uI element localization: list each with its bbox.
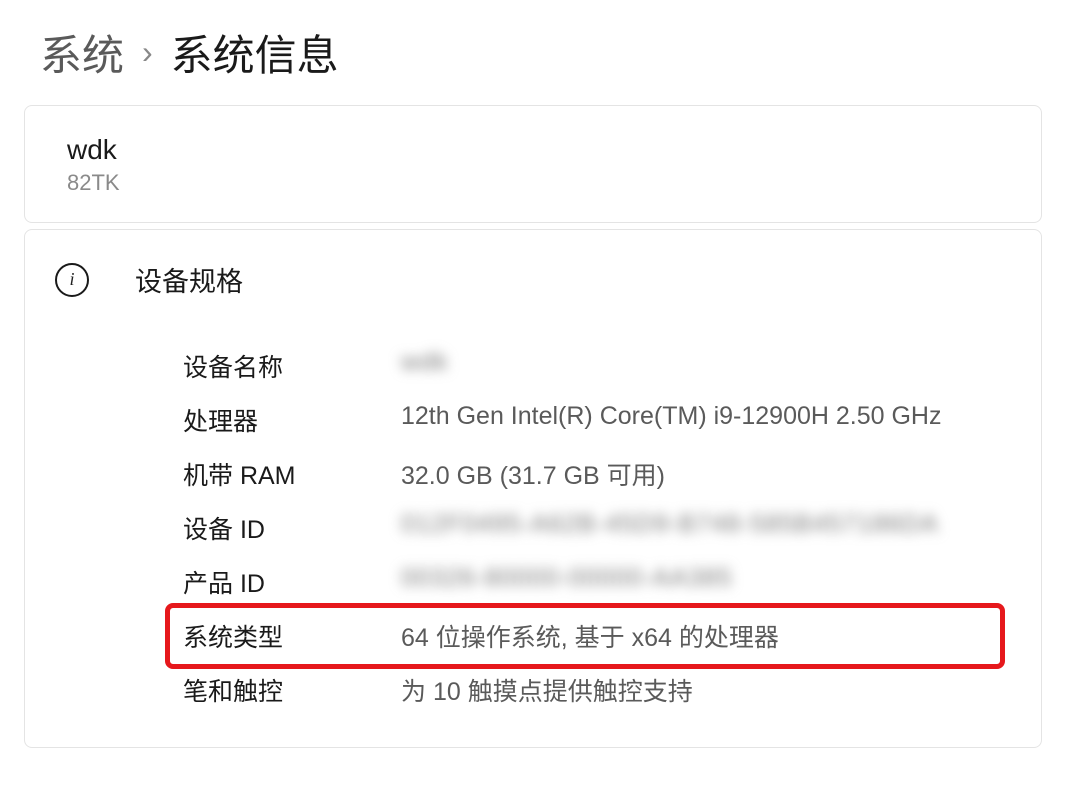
device-name: wdk (67, 134, 999, 166)
spec-value: 为 10 触摸点提供触控支持 (401, 672, 1041, 708)
spec-title: 设备规格 (135, 260, 243, 299)
chevron-right-icon: › (142, 34, 153, 71)
spec-label: 处理器 (183, 402, 401, 438)
spec-header[interactable]: i 设备规格 (25, 230, 1041, 329)
spec-label: 设备 ID (183, 510, 401, 546)
spec-label: 系统类型 (183, 618, 401, 654)
breadcrumb-parent[interactable]: 系统 (40, 22, 124, 83)
spec-row: 产品 ID00326-80000-00000-AA385 (25, 555, 1041, 609)
device-summary-card: wdk 82TK (24, 105, 1042, 223)
spec-row: 机带 RAM32.0 GB (31.7 GB 可用) (25, 447, 1041, 501)
device-spec-card: i 设备规格 设备名称wdk处理器12th Gen Intel(R) Core(… (24, 229, 1042, 748)
spec-value: 012F0495-A62B-45D9-B748-585B457186DA (401, 510, 1041, 546)
spec-row: 设备 ID012F0495-A62B-45D9-B748-585B457186D… (25, 501, 1041, 555)
spec-row: 笔和触控为 10 触摸点提供触控支持 (25, 663, 1041, 717)
spec-body: 设备名称wdk处理器12th Gen Intel(R) Core(TM) i9-… (25, 329, 1041, 747)
spec-value: 00326-80000-00000-AA385 (401, 564, 1041, 600)
spec-row: 系统类型64 位操作系统, 基于 x64 的处理器 (25, 609, 1041, 663)
spec-value: 12th Gen Intel(R) Core(TM) i9-12900H 2.5… (401, 402, 1041, 438)
spec-label: 笔和触控 (183, 672, 401, 708)
spec-row: 处理器12th Gen Intel(R) Core(TM) i9-12900H … (25, 393, 1041, 447)
spec-value: 32.0 GB (31.7 GB 可用) (401, 456, 1041, 492)
spec-row: 设备名称wdk (25, 339, 1041, 393)
breadcrumb: 系统 › 系统信息 (0, 0, 1066, 105)
breadcrumb-current: 系统信息 (171, 22, 339, 83)
info-icon: i (55, 263, 89, 297)
spec-label: 机带 RAM (183, 456, 401, 492)
spec-value: 64 位操作系统, 基于 x64 的处理器 (401, 618, 1041, 654)
spec-label: 设备名称 (183, 348, 401, 384)
spec-value: wdk (401, 348, 1041, 384)
device-model: 82TK (67, 170, 999, 196)
spec-label: 产品 ID (183, 564, 401, 600)
